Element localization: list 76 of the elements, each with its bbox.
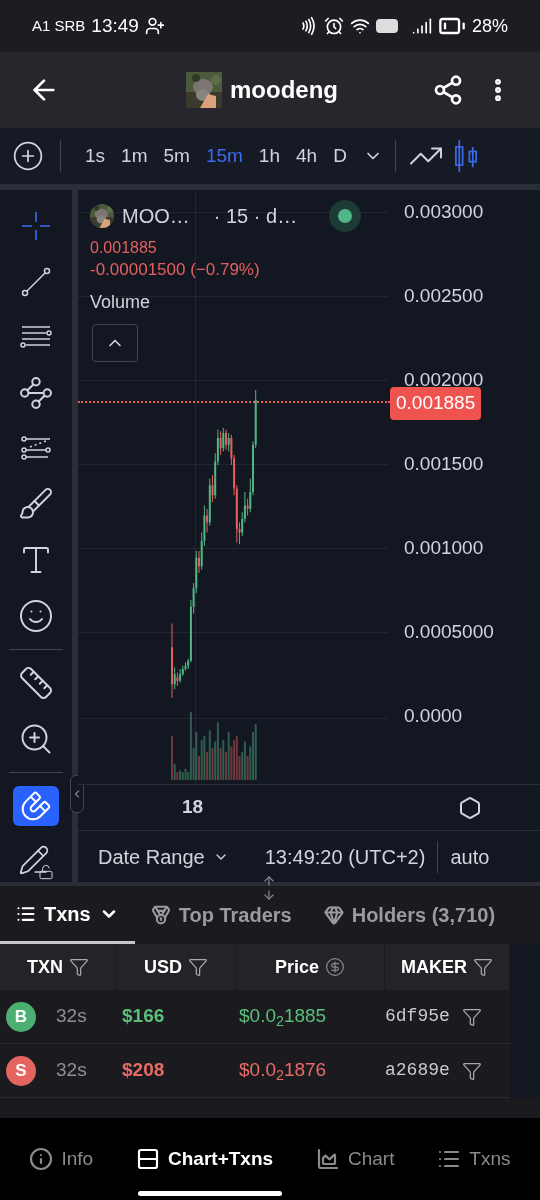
alarm-icon <box>323 16 344 36</box>
bottom-nav-tab[interactable]: Info <box>29 1144 94 1174</box>
timeframe-tab[interactable]: 1m <box>113 141 156 171</box>
time-axis-label: 18 <box>182 795 204 820</box>
panel-tab[interactable]: Top Traders <box>134 886 308 944</box>
column-header[interactable]: USD <box>117 944 236 990</box>
add-indicator-icon[interactable] <box>12 140 44 172</box>
usd-cell-text: $166 <box>122 1004 166 1029</box>
timeframe-tab[interactable]: 5m <box>155 141 198 171</box>
diamond-icon <box>323 905 344 925</box>
timeframe-tab[interactable]: 15m <box>197 141 251 171</box>
age-cell-text: 32s <box>56 1004 88 1029</box>
ruler-icon <box>18 665 54 702</box>
price-cell-text: $0.0$_{2}$1885 <box>239 1004 328 1031</box>
price-axis-label: 0.002000 <box>404 370 484 389</box>
side-badge: B <box>6 1001 36 1032</box>
bottom-nav-tab[interactable]: Txns <box>437 1144 511 1174</box>
usd-cell-text: $208 <box>122 1058 166 1083</box>
area-chart-icon <box>316 1147 340 1171</box>
price-axis-label: 0.001500 <box>404 454 484 473</box>
price-change: -0.00001500 (−0.79%) <box>90 259 260 281</box>
resize-down-icon[interactable] <box>262 888 276 902</box>
last-price-tag: 0.001885 <box>390 387 482 420</box>
filter-icon[interactable] <box>461 1060 482 1081</box>
column-header[interactable]: MAKER <box>385 944 510 990</box>
timeframe-tab[interactable]: 1s <box>77 141 114 171</box>
age-cell-text: 32s <box>56 1058 88 1083</box>
timeframe-tab[interactable]: D <box>325 141 355 171</box>
side-badge: S <box>6 1055 36 1086</box>
pencil-lock-icon <box>18 843 54 880</box>
price-axis-label: 0.0000 <box>404 706 463 725</box>
symbol-label: MOO… <box>122 204 190 229</box>
smiley-icon <box>18 597 54 634</box>
price-axis-label: 0.002500 <box>404 286 484 305</box>
dollar-icon <box>325 957 345 977</box>
battery-percent: 28% <box>471 14 508 38</box>
interval-label: · 15 · d… <box>213 204 298 229</box>
transaction-row[interactable]: B 32s $166 $0.0$_{2}$1885 6df95e <box>0 990 510 1044</box>
user-plus-icon <box>144 16 165 36</box>
filter-icon <box>188 957 208 977</box>
clock: 13:49 <box>91 13 139 38</box>
last-price: 0.001885 <box>90 238 157 258</box>
share-icon[interactable] <box>432 74 464 106</box>
signal-icon <box>411 16 432 36</box>
maker-cell[interactable]: 6df95e <box>385 1003 450 1030</box>
split-view-icon <box>136 1147 161 1171</box>
bottom-nav-tab[interactable]: Chart <box>316 1144 395 1174</box>
filter-icon <box>473 957 493 977</box>
settings-icon[interactable] <box>458 795 482 820</box>
resize-up-icon[interactable] <box>262 874 276 888</box>
price-axis-label: 0.001000 <box>404 538 484 557</box>
column-header[interactable]: TXN <box>0 944 117 990</box>
live-indicator <box>329 200 362 232</box>
drawing-tool[interactable] <box>13 785 59 827</box>
column-header[interactable]: Price <box>236 944 385 990</box>
maker-cell[interactable]: a2689e <box>385 1057 450 1084</box>
pattern-icon <box>18 375 54 412</box>
filter-icon <box>69 957 89 977</box>
carrier-label: A1 SRB <box>32 15 86 36</box>
volume-label: Volume <box>90 291 151 314</box>
medal-icon <box>150 905 171 925</box>
bottom-nav-tab[interactable]: Chart+Txns <box>136 1144 274 1174</box>
auto-scale-button[interactable]: auto <box>450 841 490 872</box>
date-range-dropdown[interactable]: Date Range <box>98 841 229 872</box>
timeframe-tab[interactable]: 1h <box>250 141 288 171</box>
timeframe-tab[interactable]: 4h <box>288 141 326 171</box>
filter-icon[interactable] <box>461 1006 482 1027</box>
price-axis-label: 0.0005000 <box>404 622 494 641</box>
price-cell-text: $0.0$_{2}$1876 <box>239 1058 328 1085</box>
price-axis-label: 0.003000 <box>404 202 484 221</box>
wifi-icon <box>349 16 370 36</box>
panel-tab[interactable]: Holders (3,710) <box>307 886 512 944</box>
token-title: moodeng <box>230 75 338 105</box>
magnet-icon <box>20 790 52 823</box>
info-icon <box>29 1147 54 1171</box>
chart-time: 13:49:20 (UTC+2) <box>264 844 426 870</box>
